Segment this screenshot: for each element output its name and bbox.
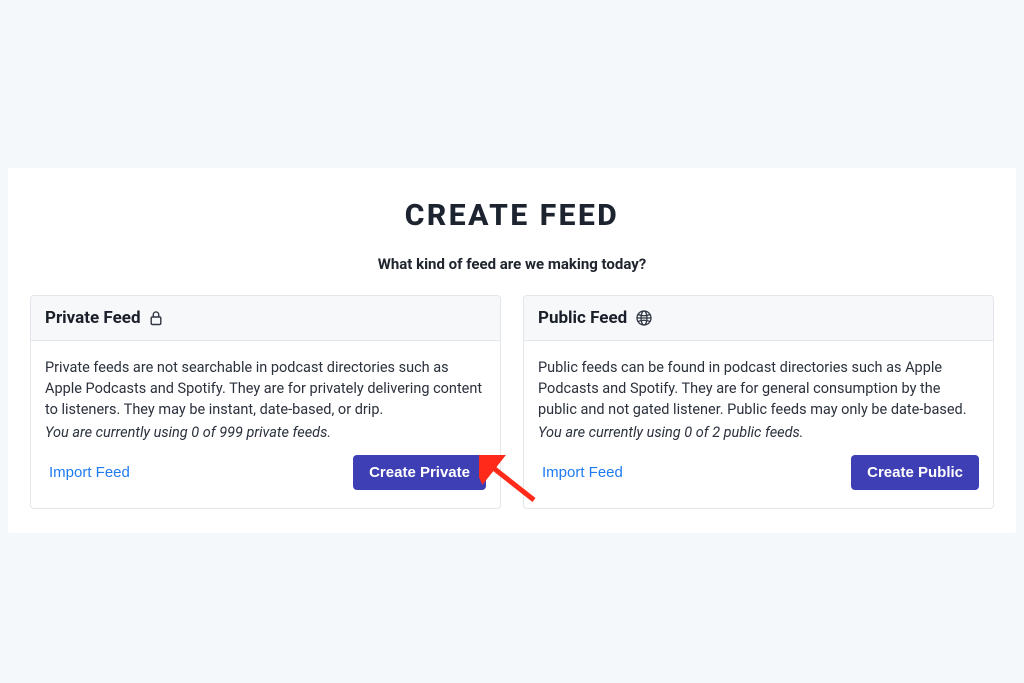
- public-feed-card: Public Feed Public feeds can be found in…: [523, 295, 994, 509]
- page-background: CREATE FEED What kind of feed are we mak…: [0, 0, 1024, 683]
- public-feed-description: Public feeds can be found in podcast dir…: [538, 357, 979, 420]
- import-public-feed-link[interactable]: Import Feed: [538, 458, 627, 487]
- private-feed-card: Private Feed Private feeds are not searc…: [30, 295, 501, 509]
- create-feed-panel: CREATE FEED What kind of feed are we mak…: [8, 168, 1016, 533]
- feed-cards-row: Private Feed Private feeds are not searc…: [30, 295, 994, 509]
- page-title: CREATE FEED: [30, 198, 994, 233]
- public-feed-card-header: Public Feed: [524, 296, 993, 341]
- public-feed-usage: You are currently using 0 of 2 public fe…: [538, 424, 979, 441]
- private-feed-card-header: Private Feed: [31, 296, 500, 341]
- import-private-feed-link[interactable]: Import Feed: [45, 458, 134, 487]
- page-subtitle: What kind of feed are we making today?: [30, 255, 994, 273]
- private-feed-actions: Import Feed Create Private: [45, 455, 486, 490]
- private-feed-usage: You are currently using 0 of 999 private…: [45, 424, 486, 441]
- globe-icon: [635, 309, 653, 327]
- public-feed-card-body: Public feeds can be found in podcast dir…: [524, 341, 993, 508]
- private-feed-title: Private Feed: [45, 308, 141, 328]
- create-public-button[interactable]: Create Public: [851, 455, 979, 490]
- private-feed-description: Private feeds are not searchable in podc…: [45, 357, 486, 420]
- public-feed-actions: Import Feed Create Public: [538, 455, 979, 490]
- private-feed-card-body: Private feeds are not searchable in podc…: [31, 341, 500, 508]
- lock-icon: [149, 310, 163, 326]
- create-private-button[interactable]: Create Private: [353, 455, 486, 490]
- public-feed-title: Public Feed: [538, 308, 627, 328]
